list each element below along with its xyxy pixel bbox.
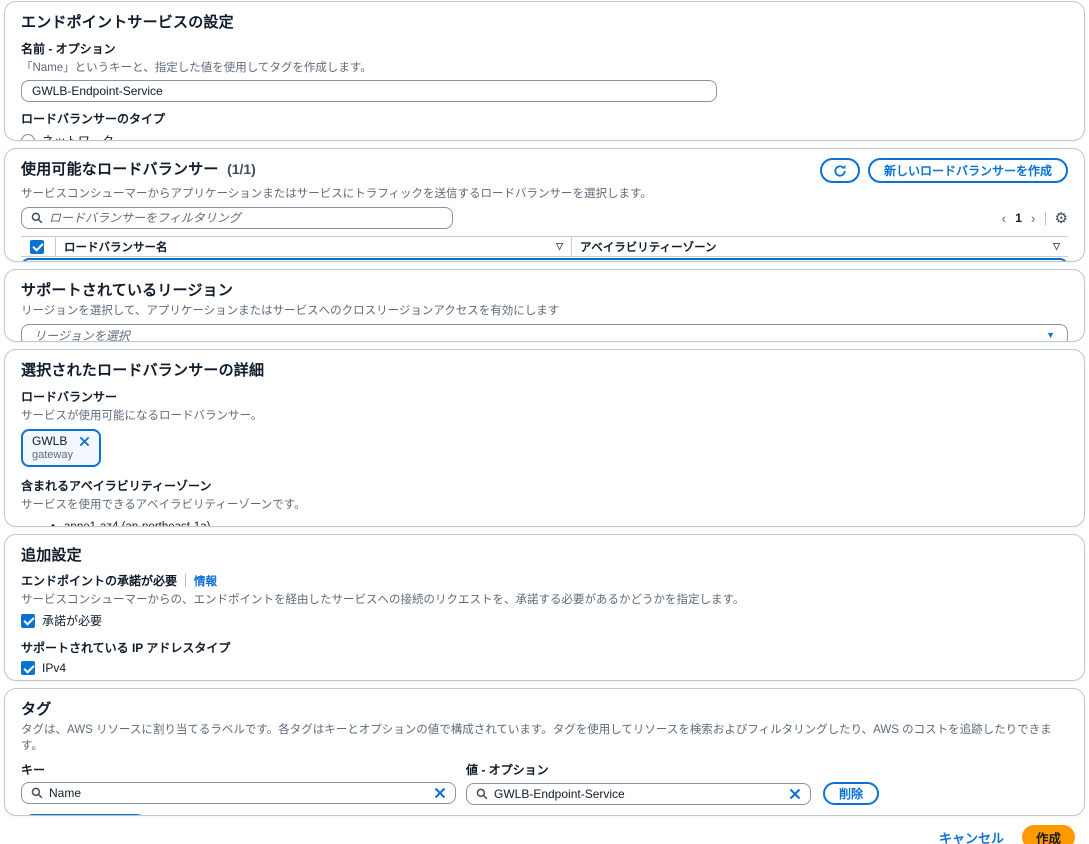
acceptance-label-row: エンドポイントの承諾が必要 情報 [21,572,1068,589]
lb-table-header: ロードバランサー名 ▽ アベイラビリティーゾーン ▽ [21,236,1068,257]
selected-lb-details-title: 選択されたロードバランサーの詳細 [21,362,265,379]
supported-regions-description: リージョンを選択して、アプリケーションまたはサービスへのクロスリージョンアクセス… [21,305,560,317]
ipv4-checkbox[interactable] [21,661,35,675]
tag-key-input[interactable] [49,786,428,800]
lb-table-row[interactable]: GWLB apne1-az4 (ap-northeast-1a) [21,258,1068,261]
name-hint: 「Name」というキーと、指定した値を使用してタグを作成します。 [21,62,372,74]
supported-regions-card: サポートされているリージョン リージョンを選択して、アプリケーションまたはサービ… [4,269,1085,342]
acceptance-hint: サービスコンシューマーからの、エンドポイントを経由したサービスへの接続のリクエス… [21,594,745,606]
lb-label: ロードバランサー [21,390,118,404]
radio-network-label: ネットワーク [42,134,115,141]
included-az-hint: サービスを使用できるアベイラビリティーゾーンです。 [21,499,306,511]
acceptance-checkbox-label: 承諾が必要 [42,614,103,628]
clear-value-icon[interactable] [789,788,801,800]
tag-key-box [21,782,456,804]
tags-description: タグは、AWS リソースに割り当てるラベルです。各タグはキーとオプションの値で構… [21,724,1052,752]
filter-row: ‹ 1 › ⚙ [21,207,1068,229]
remove-token-icon[interactable] [79,436,90,447]
available-lb-actions: 新しいロードバランサーを作成 [819,158,1068,183]
column-lb-name: ロードバランサー名 ▽ [55,237,571,256]
tag-value-label: 値 - オプション [466,763,549,777]
header-checkbox-cell [21,237,55,256]
search-icon [476,788,488,800]
page-number[interactable]: 1 [1015,211,1022,225]
ipv4-label: IPv4 [42,661,67,675]
label-divider [185,574,187,587]
radio-unselected-icon[interactable] [21,133,35,140]
region-select[interactable]: リージョンを選択 ▼ [21,324,1068,342]
lb-table: ロードバランサー名 ▽ アベイラビリティーゾーン ▽ GWLB apne1-az… [21,236,1068,261]
available-lb-counter: (1/1) [227,161,256,177]
remove-tag-button[interactable]: 削除 [823,782,880,805]
create-lb-button[interactable]: 新しいロードバランサーを作成 [867,158,1068,183]
ipv6-label: IPv6 [42,680,66,681]
available-lb-card: 使用可能なロードバランサー (1/1) 新しいロードバランサーを作成 サービスコ… [4,148,1085,262]
footer-actions: キャンセル 作成 [4,823,1085,844]
ipv4-checkbox-row[interactable]: IPv4 [21,661,1068,675]
lb-type-label: ロードバランサーのタイプ [21,112,166,126]
tag-key-label: キー [21,763,46,777]
tag-value-column: 値 - オプション 削除 [466,755,880,805]
refresh-button[interactable] [819,158,860,183]
selected-lb-details-card: 選択されたロードバランサーの詳細 ロードバランサー サービスが使用可能になるロー… [4,349,1085,527]
pagination-divider [1044,211,1046,225]
select-all-checkbox[interactable] [30,239,44,254]
chevron-down-icon: ▼ [1046,330,1055,340]
lb-hint: サービスが使用可能になるロードバランサー。 [21,410,263,422]
available-lb-title: 使用可能なロードバランサー [21,161,219,178]
pagination: ‹ 1 › ⚙ [1002,211,1068,226]
bullet-icon: • [51,521,56,527]
sort-icon[interactable]: ▽ [1053,241,1060,252]
create-endpoint-service-page: エンドポイントサービスの設定 名前 - オプション 「Name」というキーと、指… [0,0,1089,844]
supported-regions-title: サポートされているリージョン [21,282,234,299]
tags-title: タグ [21,701,52,718]
ipv6-checkbox-row[interactable]: IPv6 [21,680,1068,681]
table-settings-gear-icon[interactable]: ⚙ [1055,211,1068,226]
info-link[interactable]: 情報 [194,573,217,589]
create-button[interactable]: 作成 [1021,825,1075,844]
acceptance-checkbox-row[interactable]: 承諾が必要 [21,612,1068,629]
acceptance-checkbox[interactable] [21,613,35,628]
radio-network[interactable]: ネットワーク [21,132,1068,141]
add-tag-button[interactable]: 新しいタグを追加 [21,814,150,815]
az-list-item: • apne1-az4 (ap-northeast-1a) [51,521,1068,527]
additional-settings-title: 追加設定 [21,547,82,564]
tag-value-input[interactable] [494,786,783,801]
tag-value-box [466,782,811,805]
lb-filter-box [21,207,453,229]
ipv6-checkbox[interactable] [21,680,35,681]
available-lb-title-group: 使用可能なロードバランサー (1/1) [21,158,256,179]
endpoint-settings-title: エンドポイントサービスの設定 [21,14,234,31]
search-icon [31,787,43,799]
tag-key-column: キー [21,755,456,805]
lb-token-type: gateway [32,449,73,461]
lb-token-name: GWLB [32,434,68,448]
search-icon [31,212,43,224]
tag-value-row: 削除 [466,782,880,805]
ip-type-label: サポートされている IP アドレスタイプ [21,641,231,655]
lb-token-top: GWLB [32,434,90,448]
next-page-button[interactable]: › [1031,211,1036,225]
clear-key-icon[interactable] [434,787,446,799]
az-item-text: apne1-az4 (ap-northeast-1a) [64,521,211,527]
available-lb-description: サービスコンシューマーからアプリケーションまたはサービスにトラフィックを送信する… [21,188,652,200]
sort-icon[interactable]: ▽ [556,241,563,252]
tag-editor-row: キー 値 - オプション [21,755,1068,805]
lb-token: GWLB gateway [21,429,102,467]
included-az-label: 含まれるアベイラビリティーゾーン [21,479,212,493]
acceptance-label: エンドポイントの承諾が必要 [21,574,178,588]
available-lb-header: 使用可能なロードバランサー (1/1) 新しいロードバランサーを作成 [21,158,1068,183]
lb-filter-input[interactable] [49,211,443,225]
cancel-button[interactable]: キャンセル [939,828,1004,844]
refresh-icon [833,164,847,178]
tags-card: タグ タグは、AWS リソースに割り当てるラベルです。各タグはキーとオプションの… [4,688,1085,816]
additional-settings-card: 追加設定 エンドポイントの承諾が必要 情報 サービスコンシューマーからの、エンド… [4,534,1085,681]
region-select-placeholder: リージョンを選択 [34,328,130,342]
name-label: 名前 - オプション [21,42,116,56]
name-input[interactable] [21,80,717,102]
prev-page-button[interactable]: ‹ [1002,211,1007,225]
column-az: アベイラビリティーゾーン ▽ [571,237,1068,256]
endpoint-settings-card: エンドポイントサービスの設定 名前 - オプション 「Name」というキーと、指… [4,1,1085,141]
